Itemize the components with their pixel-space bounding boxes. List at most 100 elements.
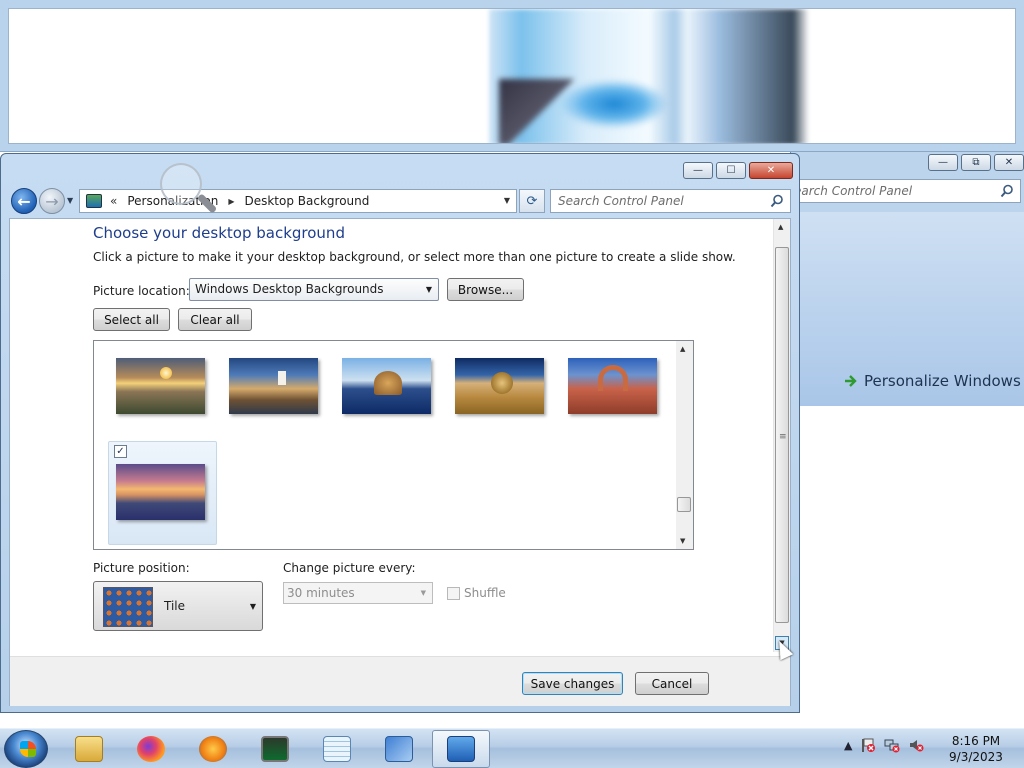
page-title: Choose your desktop background bbox=[93, 224, 345, 242]
address-dropdown-icon[interactable]: ▼ bbox=[504, 196, 510, 205]
top-window-content bbox=[8, 8, 1016, 144]
taskbar-network-search[interactable] bbox=[370, 730, 428, 768]
picture-position-select[interactable]: Tile ▼ bbox=[93, 581, 263, 631]
bg-search-placeholder: earch Control Panel bbox=[794, 184, 913, 198]
personalize-windows-label: Personalize Windows bbox=[864, 372, 1021, 390]
background-window-body bbox=[798, 406, 1024, 712]
gallery-scrollbar[interactable]: ▲ ▼ bbox=[676, 341, 693, 549]
picture-location-label: Picture location: bbox=[93, 284, 190, 298]
background-window-controls: — ⧉ ✕ bbox=[928, 154, 1024, 171]
start-button[interactable] bbox=[4, 730, 48, 768]
shuffle-checkbox-box[interactable] bbox=[447, 586, 460, 600]
back-button[interactable]: ← bbox=[11, 188, 37, 214]
picture-location-select[interactable]: Windows Desktop Backgrounds ▼ bbox=[189, 278, 439, 301]
hay-bale-graphic bbox=[491, 372, 513, 394]
save-changes-button[interactable]: Save changes bbox=[522, 672, 623, 695]
notepad-icon bbox=[323, 736, 351, 762]
refresh-button[interactable]: ⟳ bbox=[519, 189, 545, 213]
taskbar-firefox[interactable] bbox=[122, 730, 180, 768]
picture-position-label: Picture position: bbox=[93, 561, 190, 575]
tile-checkbox[interactable]: ✓ bbox=[114, 445, 127, 458]
clear-all-button[interactable]: Clear all bbox=[178, 308, 252, 331]
cancel-button[interactable]: Cancel bbox=[635, 672, 709, 695]
folder-icon bbox=[75, 736, 103, 762]
firefox-icon bbox=[137, 736, 165, 762]
taskbar-task-manager[interactable] bbox=[246, 730, 304, 768]
page-scrollbar[interactable]: ▲ ≡ ▼ bbox=[773, 219, 790, 652]
bg-minimize-button[interactable]: — bbox=[928, 154, 958, 171]
taskbar-control-panel[interactable] bbox=[432, 730, 490, 768]
clock-date: 9/3/2023 bbox=[949, 750, 1003, 764]
wallpaper-thumbnail-lighthouse[interactable] bbox=[229, 358, 318, 414]
scroll-down-icon[interactable]: ▼ bbox=[680, 537, 685, 545]
blurred-graphic-blue bbox=[559, 79, 669, 129]
select-all-button[interactable]: Select all bbox=[93, 308, 170, 331]
taskbar-media-player[interactable] bbox=[184, 730, 242, 768]
shuffle-checkbox[interactable]: Shuffle bbox=[447, 586, 506, 600]
taskbar: ▲ 8:16 PM 9/3/2023 bbox=[0, 728, 1024, 768]
network-icon[interactable] bbox=[884, 737, 900, 753]
content-area: Choose your desktop background Click a p… bbox=[9, 218, 791, 706]
search-input[interactable]: Search Control Panel bbox=[550, 189, 791, 213]
lighthouse-graphic bbox=[278, 371, 286, 385]
scroll-up-icon[interactable]: ▲ bbox=[778, 223, 783, 231]
search-icon[interactable] bbox=[770, 194, 784, 211]
change-picture-label: Change picture every: bbox=[283, 561, 416, 575]
arch-graphic bbox=[598, 365, 628, 391]
recent-pages-dropdown[interactable]: ▼ bbox=[67, 196, 73, 205]
system-tray: ▲ bbox=[844, 737, 924, 753]
scroll-up-icon[interactable]: ▲ bbox=[680, 345, 685, 353]
bg-search-input[interactable]: earch Control Panel bbox=[791, 179, 1021, 203]
change-picture-value: 30 minutes bbox=[287, 586, 355, 600]
breadcrumb-separator-icon[interactable]: ▶ bbox=[228, 197, 234, 206]
sun-graphic bbox=[160, 367, 172, 379]
address-overflow-chevron[interactable]: « bbox=[110, 194, 117, 208]
scroll-grip-icon: ≡ bbox=[779, 432, 787, 442]
gallery-scroll-thumb[interactable] bbox=[677, 497, 691, 512]
volume-muted-icon[interactable] bbox=[908, 737, 924, 753]
windows-logo-icon bbox=[20, 741, 36, 757]
chevron-down-icon: ▼ bbox=[420, 589, 426, 597]
tile-preview-icon bbox=[103, 587, 153, 627]
close-button[interactable]: ✕ bbox=[749, 162, 793, 179]
window-controls: — ☐ ✕ bbox=[683, 162, 793, 179]
clock[interactable]: 8:16 PM 9/3/2023 bbox=[940, 733, 1012, 765]
minimize-button[interactable]: — bbox=[683, 162, 713, 179]
change-picture-select[interactable]: 30 minutes ▼ bbox=[283, 582, 433, 604]
footer-bar: Save changes Cancel bbox=[10, 656, 790, 706]
maximize-button[interactable]: ☐ bbox=[716, 162, 746, 179]
picture-gallery[interactable]: ✓ ▲ ▼ bbox=[93, 340, 694, 550]
page-description: Click a picture to make it your desktop … bbox=[93, 250, 736, 264]
picture-location-value: Windows Desktop Backgrounds bbox=[195, 282, 384, 296]
chevron-down-icon: ▼ bbox=[425, 285, 432, 294]
bg-search-icon[interactable] bbox=[1000, 184, 1014, 201]
network-search-icon bbox=[385, 736, 413, 762]
personalize-windows-link[interactable]: Personalize Windows bbox=[844, 372, 1021, 390]
page-scroll-thumb[interactable]: ≡ bbox=[775, 247, 789, 623]
media-player-icon bbox=[199, 736, 227, 762]
bg-maximize-button[interactable]: ⧉ bbox=[961, 154, 991, 171]
taskbar-notepad[interactable] bbox=[308, 730, 366, 768]
top-window bbox=[0, 0, 1024, 152]
control-panel-icon bbox=[86, 194, 102, 208]
address-bar[interactable]: « Personalization ▶ Desktop Background ▼ bbox=[79, 189, 517, 213]
breadcrumb-desktop-background[interactable]: Desktop Background bbox=[244, 194, 369, 208]
task-manager-icon bbox=[261, 736, 289, 762]
search-placeholder: Search Control Panel bbox=[558, 194, 684, 208]
picture-position-value: Tile bbox=[164, 599, 186, 613]
clock-time: 8:16 PM bbox=[951, 734, 1001, 748]
taskbar-explorer[interactable] bbox=[60, 730, 118, 768]
wallpaper-thumbnail-sunset-field[interactable] bbox=[116, 358, 205, 414]
action-center-flag-icon[interactable] bbox=[860, 737, 876, 753]
wallpaper-thumbnail-lavender-sunset[interactable] bbox=[116, 464, 205, 520]
green-arrow-icon bbox=[845, 375, 857, 387]
bg-close-button[interactable]: ✕ bbox=[994, 154, 1024, 171]
magnifier-lens-icon bbox=[160, 163, 202, 205]
rock-graphic bbox=[374, 371, 402, 395]
browse-button[interactable]: Browse... bbox=[447, 278, 524, 301]
show-hidden-icons-icon[interactable]: ▲ bbox=[844, 739, 852, 752]
chevron-down-icon: ▼ bbox=[249, 602, 256, 611]
desktop-background-window[interactable]: — ☐ ✕ ← → ▼ « Personalization ▶ Desktop … bbox=[0, 153, 800, 713]
shuffle-label: Shuffle bbox=[464, 586, 506, 600]
forward-button[interactable]: → bbox=[39, 188, 65, 214]
